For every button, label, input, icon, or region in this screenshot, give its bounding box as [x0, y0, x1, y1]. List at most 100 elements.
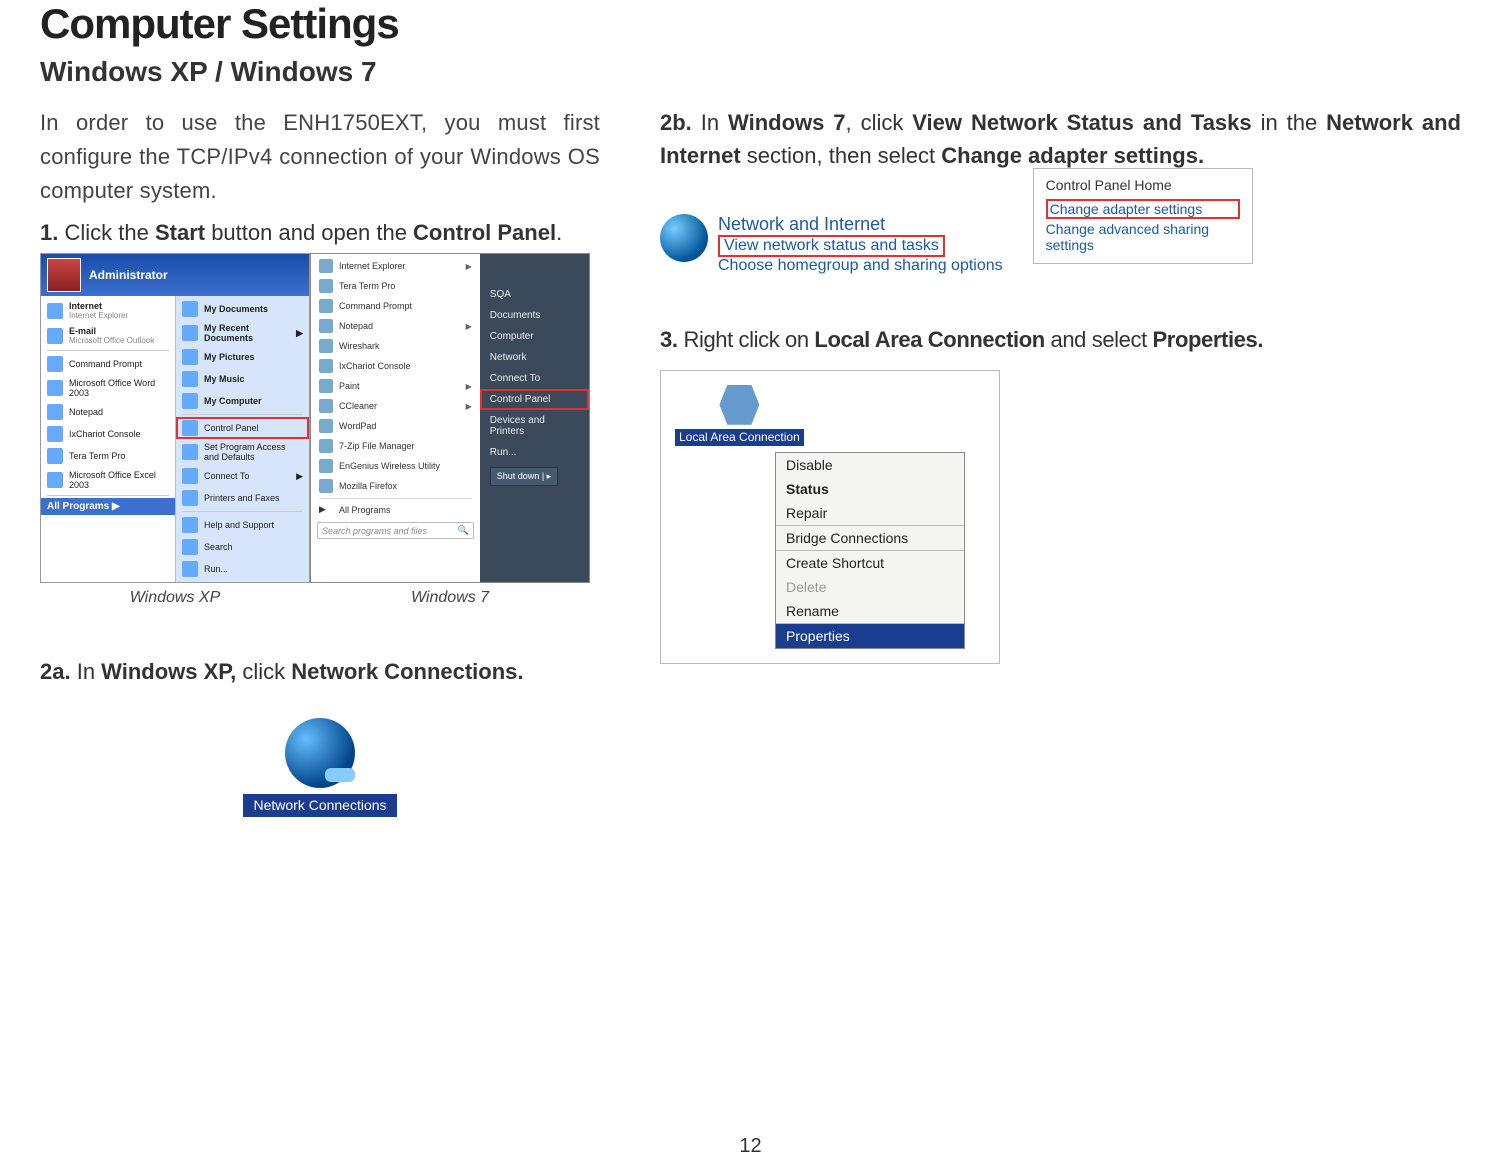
w7-item-ie[interactable]: Internet Explorer▶ [311, 256, 480, 276]
xp-item-label: Internet [69, 301, 102, 311]
xp-connect-to[interactable]: Connect To▶ [176, 465, 309, 487]
w7-all-programs[interactable]: ▶All Programs [311, 501, 480, 518]
ni-view-status-link[interactable]: View network status and tasks [718, 235, 945, 257]
xp-item-label: My Music [204, 374, 245, 384]
xp-set-program-access[interactable]: Set Program Access and Defaults [176, 439, 309, 465]
xp-item-label: My Computer [204, 396, 262, 406]
w7-r-network[interactable]: Network [480, 347, 589, 368]
search-icon [182, 539, 198, 555]
w7-r-control-panel[interactable]: Control Panel [480, 389, 589, 410]
notepad-icon [319, 319, 333, 333]
screenshot-captions: Windows XP Windows 7 [40, 589, 600, 607]
w7-item-engenius[interactable]: EnGenius Wireless Utility [311, 456, 480, 476]
run-icon [182, 561, 198, 577]
xp-item-excel[interactable]: Microsoft Office Excel 2003 [41, 467, 175, 493]
step-1-number: 1. [40, 220, 58, 245]
w7-item-label: Paint [339, 381, 360, 391]
xp-item-label: Microsoft Office Excel 2003 [69, 470, 169, 490]
xp-item-internet[interactable]: InternetInternet Explorer [41, 298, 175, 323]
w7-r-sqa[interactable]: SQA [480, 284, 589, 305]
w7-search-input[interactable]: Search programs and files🔍 [317, 522, 474, 539]
engenius-icon [319, 459, 333, 473]
xp-help[interactable]: Help and Support [176, 514, 309, 536]
xp-item-notepad[interactable]: Notepad [41, 401, 175, 423]
w7-item-cmd[interactable]: Command Prompt [311, 296, 480, 316]
step-2b-mid1: , click [846, 110, 913, 135]
xp-my-pictures[interactable]: My Pictures [176, 346, 309, 368]
w7-shutdown-button[interactable]: Shut down | ▸ [490, 467, 558, 486]
w7-r-computer[interactable]: Computer [480, 326, 589, 347]
xp-item-cmd[interactable]: Command Prompt [41, 353, 175, 375]
folder-icon [182, 371, 198, 387]
step-2b-mid3: section, then select [741, 143, 942, 168]
ie-icon [319, 259, 333, 273]
lac-label: Local Area Connection [675, 429, 804, 446]
cp-change-adapter-link[interactable]: Change adapter settings [1046, 199, 1240, 219]
xp-printers[interactable]: Printers and Faxes [176, 487, 309, 509]
ctx-properties[interactable]: Properties [776, 624, 964, 648]
xp-item-teraterm[interactable]: Tera Term Pro [41, 445, 175, 467]
cp-side-header: Control Panel Home [1046, 177, 1240, 193]
xp-my-music[interactable]: My Music [176, 368, 309, 390]
ni-title[interactable]: Network and Internet [718, 214, 1003, 235]
w7-item-label: All Programs [339, 505, 391, 515]
xp-item-email[interactable]: E-mailMicrosoft Office Outlook [41, 323, 175, 348]
ctx-rename[interactable]: Rename [776, 599, 964, 623]
w7-r-devices[interactable]: Devices and Printers [480, 410, 589, 442]
step-2b: 2b. In Windows 7, click View Network Sta… [660, 106, 1461, 172]
step-2a-pre: In [71, 659, 102, 684]
w7-item-label: Wireshark [339, 341, 380, 351]
w7-item-wordpad[interactable]: WordPad [311, 416, 480, 436]
step-1-control-panel: Control Panel [413, 220, 556, 245]
xp-start-menu: Administrator InternetInternet Explorer … [40, 253, 310, 583]
xp-my-recent[interactable]: My Recent Documents▶ [176, 320, 309, 346]
lac-icon-block[interactable]: Local Area Connection [675, 385, 804, 446]
w7-item-label: EnGenius Wireless Utility [339, 461, 440, 471]
w7-item-ixchariot[interactable]: IxChariot Console [311, 356, 480, 376]
xp-my-computer[interactable]: My Computer [176, 390, 309, 412]
search-icon: 🔍 [458, 525, 469, 536]
w7-r-documents[interactable]: Documents [480, 305, 589, 326]
w7-r-connect[interactable]: Connect To [480, 368, 589, 389]
w7-item-teraterm[interactable]: Tera Term Pro [311, 276, 480, 296]
xp-search[interactable]: Search [176, 536, 309, 558]
xp-control-panel[interactable]: Control Panel [176, 417, 309, 439]
w7-item-wireshark[interactable]: Wireshark [311, 336, 480, 356]
help-icon [182, 517, 198, 533]
program-access-icon [182, 444, 198, 460]
xp-run[interactable]: Run... [176, 558, 309, 580]
network-connections-icon[interactable] [285, 718, 355, 788]
control-panel-side: Control Panel Home Change adapter settin… [1033, 168, 1253, 264]
xp-item-word[interactable]: Microsoft Office Word 2003 [41, 375, 175, 401]
w7-item-firefox[interactable]: Mozilla Firefox [311, 476, 480, 496]
xp-item-label: Search [204, 542, 233, 552]
xp-item-ixchariot[interactable]: IxChariot Console [41, 423, 175, 445]
cp-change-sharing-link[interactable]: Change advanced sharing settings [1046, 219, 1240, 255]
w7-item-7zip[interactable]: 7-Zip File Manager [311, 436, 480, 456]
ixchariot-icon [47, 426, 63, 442]
w7-left-column: Internet Explorer▶ Tera Term Pro Command… [311, 254, 480, 582]
w7-item-label: Tera Term Pro [339, 281, 395, 291]
step-2a: 2a. In Windows XP, click Network Connect… [40, 657, 600, 688]
xp-item-label: Command Prompt [69, 359, 142, 369]
ctx-bridge[interactable]: Bridge Connections [776, 526, 964, 550]
xp-item-label: Notepad [69, 407, 103, 417]
ctx-repair[interactable]: Repair [776, 501, 964, 525]
xp-left-column: InternetInternet Explorer E-mailMicrosof… [41, 296, 176, 582]
xp-all-programs[interactable]: All Programs ▶ [41, 498, 175, 515]
w7-item-paint[interactable]: Paint▶ [311, 376, 480, 396]
ctx-status[interactable]: Status [776, 477, 964, 501]
cmd-icon [47, 356, 63, 372]
step-1-start: Start [155, 220, 205, 245]
w7-item-label: IxChariot Console [339, 361, 411, 371]
ctx-disable[interactable]: Disable [776, 453, 964, 477]
xp-item-label: My Recent Documents [204, 323, 290, 343]
w7-r-run[interactable]: Run... [480, 442, 589, 463]
ni-homegroup-link[interactable]: Choose homegroup and sharing options [718, 257, 1003, 275]
xp-my-documents[interactable]: My Documents [176, 298, 309, 320]
w7-item-ccleaner[interactable]: CCleaner▶ [311, 396, 480, 416]
ctx-shortcut[interactable]: Create Shortcut [776, 551, 964, 575]
step-2b-win7: Windows 7 [728, 110, 846, 135]
w7-item-notepad[interactable]: Notepad▶ [311, 316, 480, 336]
step-3: 3. Right click on Local Area Connection … [660, 325, 1461, 356]
